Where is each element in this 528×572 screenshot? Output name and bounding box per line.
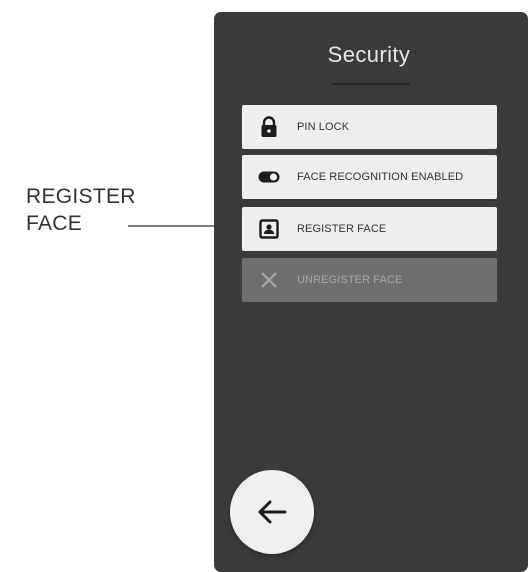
security-screen: Security PIN LOCK FACE RECOGNITION ENABL… bbox=[214, 12, 528, 572]
callout-text-line-1: REGISTER bbox=[26, 185, 136, 208]
menu-item-pin-lock[interactable]: PIN LOCK bbox=[242, 105, 497, 149]
lock-icon bbox=[258, 116, 280, 138]
callout-text-line-2: FACE bbox=[26, 212, 83, 235]
menu-item-face-recognition[interactable]: FACE RECOGNITION ENABLED bbox=[242, 155, 497, 199]
menu-item-label: REGISTER FACE bbox=[297, 223, 387, 235]
toggle-on-icon[interactable] bbox=[258, 166, 280, 188]
user-portrait-icon bbox=[258, 218, 280, 240]
menu-item-label: UNREGISTER FACE bbox=[297, 274, 403, 286]
menu-item-label: PIN LOCK bbox=[297, 121, 350, 133]
menu-item-unregister-face[interactable]: UNREGISTER FACE bbox=[242, 258, 497, 302]
back-button[interactable] bbox=[230, 470, 314, 554]
register-face-callout: REGISTER FACE bbox=[26, 183, 136, 237]
menu-item-label: FACE RECOGNITION ENABLED bbox=[297, 171, 464, 183]
menu-item-register-face[interactable]: REGISTER FACE bbox=[242, 207, 497, 251]
title-underline bbox=[332, 83, 410, 85]
page-title: Security bbox=[327, 42, 411, 67]
arrow-left-icon bbox=[258, 500, 287, 524]
close-icon bbox=[258, 269, 280, 291]
